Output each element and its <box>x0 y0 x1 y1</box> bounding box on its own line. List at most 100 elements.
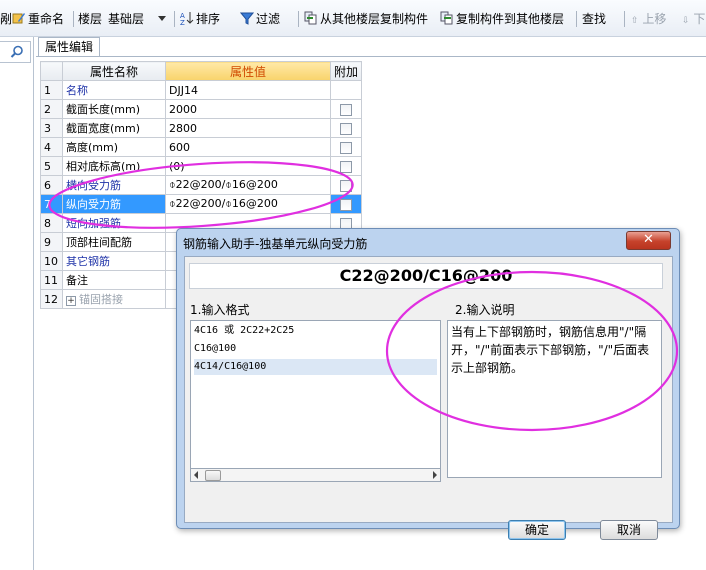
property-name-label: 其它钢筋 <box>66 255 110 268</box>
format-item-selected[interactable]: 4C14/C16@100 <box>194 359 437 375</box>
column-header-value[interactable]: 属性值 <box>165 61 331 81</box>
scrollbar-thumb[interactable] <box>205 470 221 481</box>
column-header-extra[interactable]: 附加 <box>329 61 363 81</box>
copy-from-other-floor-button[interactable]: 从其他楼层复制构件 <box>304 9 428 29</box>
copy-from-label: 从其他楼层复制构件 <box>320 12 429 26</box>
property-name[interactable]: 其它钢筋 <box>62 251 166 271</box>
property-name[interactable]: 截面宽度(mm) <box>62 118 166 138</box>
property-name-label: 名称 <box>66 84 88 97</box>
extra-cell <box>329 194 363 214</box>
toolbar-separator <box>73 11 74 27</box>
property-name-label: 高度(mm) <box>66 141 119 154</box>
property-name[interactable]: 短向加强筋 <box>62 213 166 233</box>
row-number: 8 <box>40 213 63 233</box>
tab-property-edit[interactable]: 属性编辑 <box>38 37 100 57</box>
description-text: 当有上下部钢筋时，钢筋信息用"/"隔开，"/"前面表示下部钢筋，"/"后面表示上… <box>447 320 662 478</box>
close-icon: ✕ <box>643 232 654 247</box>
cancel-button[interactable]: 取消 <box>600 520 658 540</box>
table-row[interactable]: 2 截面长度(mm) 2000 <box>40 99 363 119</box>
sort-icon: AZ <box>180 12 194 25</box>
row-number: 11 <box>40 270 63 290</box>
table-row[interactable]: 1 名称 DJJ14 <box>40 80 363 100</box>
property-name[interactable]: 顶部柱间配筋 <box>62 232 166 252</box>
close-button[interactable]: ✕ <box>626 231 671 250</box>
ok-button[interactable]: 确定 <box>508 520 566 540</box>
property-name[interactable]: 纵向受力筋 <box>62 194 166 214</box>
search-icon[interactable] <box>10 45 24 59</box>
format-item[interactable]: 4C16 或 2C22+2C25 <box>194 323 437 339</box>
extra-checkbox[interactable] <box>340 160 352 173</box>
floor-select[interactable]: 基础层 <box>108 10 167 28</box>
table-row[interactable]: 4 高度(mm) 600 <box>40 137 363 157</box>
sort-label: 排序 <box>196 12 221 26</box>
property-name[interactable]: 名称 <box>62 80 166 100</box>
property-name[interactable]: + 锚固搭接 <box>62 289 166 309</box>
row-number: 2 <box>40 99 63 119</box>
extra-checkbox[interactable] <box>340 122 352 135</box>
extra-checkbox[interactable] <box>340 198 352 211</box>
property-name-label: 备注 <box>66 274 88 287</box>
row-number: 12 <box>40 289 63 309</box>
search-input[interactable] <box>0 41 31 63</box>
move-up-button[interactable]: ⇧ 上移 <box>631 9 666 29</box>
rename-button[interactable]: 重命名 <box>12 9 64 29</box>
toolbar-separator <box>298 11 299 27</box>
table-row[interactable]: 5 相对底标高(m) (0) <box>40 156 363 176</box>
toolbar: 剐 重命名 楼层 基础层 A Z 排序 过滤 从其他楼层复制构件 复制构件到其他楼层… <box>0 0 706 37</box>
floor-select-value: 基础层 <box>108 12 145 26</box>
format-item[interactable]: C16@100 <box>194 341 437 357</box>
rebar-input-dialog: 钢筋输入助手-独基单元纵向受力筋 ✕ C22@200/C16@200 1.输入格… <box>176 228 680 540</box>
format-section-label: 1.输入格式 <box>190 303 250 317</box>
toolbar-separator <box>576 11 577 27</box>
extra-cell <box>329 156 363 176</box>
filter-button[interactable]: 过滤 <box>240 9 283 29</box>
extra-checkbox[interactable] <box>340 103 352 116</box>
property-value[interactable]: 2000 <box>165 99 331 119</box>
table-header-row: 属性名称 属性值 附加 <box>40 61 363 81</box>
row-number: 10 <box>40 251 63 271</box>
formula-display[interactable]: C22@200/C16@200 <box>189 263 663 289</box>
move-down-label: 下 <box>693 12 706 26</box>
property-name-label: 顶部柱间配筋 <box>66 236 132 249</box>
filter-label: 过滤 <box>256 12 281 26</box>
property-name[interactable]: 高度(mm) <box>62 137 166 157</box>
table-row[interactable]: 6 横向受力筋 ⌽22@200/⌽16@200 <box>40 175 363 195</box>
toolbar-separator <box>624 11 625 27</box>
sort-button[interactable]: A Z 排序 <box>180 9 223 29</box>
find-button[interactable]: 查找 <box>582 9 609 29</box>
extra-checkbox[interactable] <box>340 179 352 192</box>
property-name-label: 截面长度(mm) <box>66 103 141 116</box>
property-name-label: 锚固搭接 <box>79 293 123 306</box>
property-name-label: 纵向受力筋 <box>66 198 121 211</box>
extra-checkbox[interactable] <box>340 141 352 154</box>
row-number: 4 <box>40 137 63 157</box>
property-value[interactable]: ⌽22@200/⌽16@200 <box>165 194 331 214</box>
copy-to-label: 复制构件到其他楼层 <box>456 12 565 26</box>
expand-icon[interactable]: + <box>66 296 76 306</box>
table-row[interactable]: 7 纵向受力筋 ⌽22@200/⌽16@200 <box>40 194 363 214</box>
property-name[interactable]: 相对底标高(m) <box>62 156 166 176</box>
scroll-left-icon[interactable] <box>194 471 198 479</box>
row-number: 3 <box>40 118 63 138</box>
move-down-button[interactable]: ⇩ 下 <box>682 9 705 29</box>
row-number: 1 <box>40 80 63 100</box>
property-name[interactable]: 截面长度(mm) <box>62 99 166 119</box>
toolbar-separator <box>174 11 175 27</box>
property-name[interactable]: 横向受力筋 <box>62 175 166 195</box>
column-header-name[interactable]: 属性名称 <box>62 61 166 81</box>
table-row[interactable]: 3 截面宽度(mm) 2800 <box>40 118 363 138</box>
scroll-right-icon[interactable] <box>433 471 437 479</box>
dialog-title: 钢筋输入助手-独基单元纵向受力筋 <box>183 237 368 251</box>
horizontal-scrollbar[interactable] <box>190 468 441 482</box>
property-value[interactable]: 2800 <box>165 118 331 138</box>
dialog-body: C22@200/C16@200 1.输入格式 2.输入说明 4C16 或 2C2… <box>184 256 673 540</box>
tab-divider <box>36 56 706 57</box>
property-value[interactable]: ⌽22@200/⌽16@200 <box>165 175 331 195</box>
copy-to-other-floor-button[interactable]: 复制构件到其他楼层 <box>440 9 564 29</box>
property-name[interactable]: 备注 <box>62 270 166 290</box>
toolbar-partial-label[interactable]: 剐 <box>0 9 12 29</box>
property-value[interactable]: (0) <box>165 156 331 176</box>
extra-cell <box>329 137 363 157</box>
property-value[interactable]: 600 <box>165 137 331 157</box>
property-value[interactable]: DJJ14 <box>165 80 331 100</box>
